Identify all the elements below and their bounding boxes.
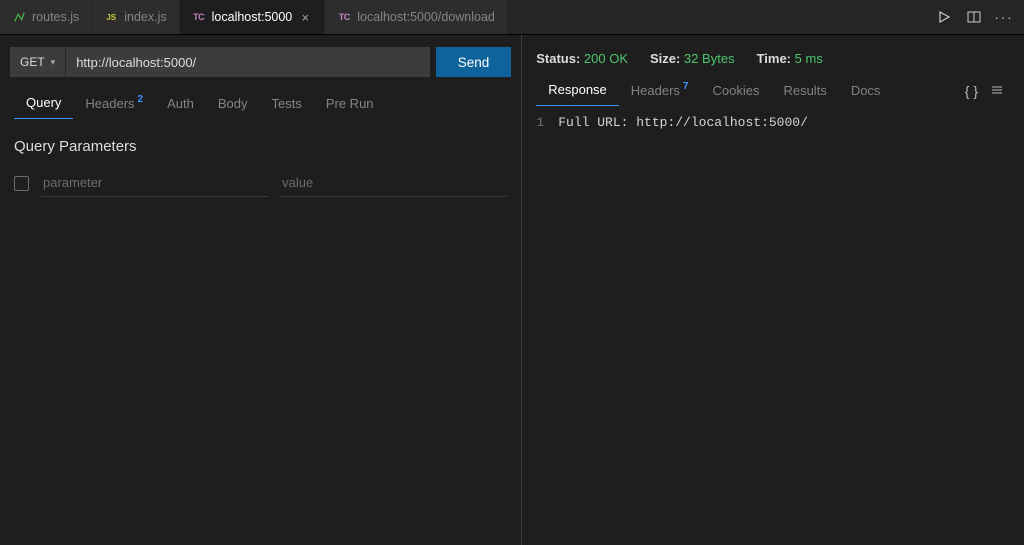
tab-label: localhost:5000: [212, 10, 293, 24]
subtab-label: Body: [218, 96, 248, 111]
response-subtabs: Response Headers7 Cookies Results Docs {…: [522, 76, 1024, 107]
query-section-title: Query Parameters: [0, 120, 521, 165]
close-icon[interactable]: ×: [298, 10, 312, 25]
subtab-body[interactable]: Body: [206, 89, 260, 119]
subtab-label: Auth: [167, 96, 194, 111]
url-input[interactable]: [66, 47, 430, 77]
js-icon: JS: [104, 10, 118, 24]
tab-routes-js[interactable]: routes.js: [0, 0, 92, 34]
tab-localhost-5000-download[interactable]: TC localhost:5000/download: [325, 0, 508, 34]
subtab-headers[interactable]: Headers 2: [73, 89, 155, 119]
tab-localhost-5000[interactable]: TC localhost:5000 ×: [180, 0, 326, 34]
param-value-input[interactable]: [280, 169, 507, 197]
subtab-label: Headers: [631, 83, 680, 98]
status-label: Status:: [536, 51, 580, 66]
headers-badge: 2: [138, 94, 144, 105]
editor-tabs: routes.js JS index.js TC localhost:5000 …: [0, 0, 508, 34]
tab-label: routes.js: [32, 10, 79, 24]
tab-label: localhost:5000/download: [357, 10, 495, 24]
response-pane: Status: 200 OK Size: 32 Bytes Time: 5 ms…: [522, 35, 1024, 545]
thunderclient-icon: TC: [192, 10, 206, 24]
line-number: 1: [522, 113, 558, 133]
subtab-label: Response: [548, 82, 607, 97]
resptab-response[interactable]: Response: [536, 76, 619, 106]
subtab-label: Cookies: [712, 83, 759, 98]
subtab-label: Query: [26, 95, 61, 110]
panes: GET ▾ Send Query Headers 2 Auth Body Test…: [0, 35, 1024, 545]
status-block: Status: 200 OK: [536, 51, 628, 66]
param-enable-checkbox[interactable]: [14, 176, 29, 191]
response-line: Full URL: http://localhost:5000/: [558, 115, 808, 130]
request-pane: GET ▾ Send Query Headers 2 Auth Body Test…: [0, 35, 522, 545]
split-editor-icon[interactable]: [966, 9, 982, 25]
thunderclient-icon: TC: [337, 10, 351, 24]
http-method-select[interactable]: GET ▾: [10, 47, 66, 77]
subtab-label: Tests: [272, 96, 302, 111]
resptab-headers[interactable]: Headers7: [619, 77, 701, 106]
subtab-tests[interactable]: Tests: [260, 89, 314, 119]
resptab-cookies[interactable]: Cookies: [700, 77, 771, 106]
http-method-label: GET: [20, 55, 45, 69]
tab-index-js[interactable]: JS index.js: [92, 0, 179, 34]
url-bar: GET ▾ Send: [0, 35, 521, 89]
subtab-auth[interactable]: Auth: [155, 89, 206, 119]
size-value: 32 Bytes: [684, 51, 735, 66]
size-label: Size:: [650, 51, 680, 66]
send-button[interactable]: Send: [436, 47, 512, 77]
response-statusline: Status: 200 OK Size: 32 Bytes Time: 5 ms: [522, 35, 1024, 76]
run-icon[interactable]: [936, 9, 952, 25]
subtab-label: Headers: [85, 96, 134, 111]
tab-label: index.js: [124, 10, 166, 24]
response-body[interactable]: 1Full URL: http://localhost:5000/: [522, 107, 1024, 133]
subtab-query[interactable]: Query: [14, 89, 73, 119]
route-icon: [12, 10, 26, 24]
resptab-results[interactable]: Results: [771, 77, 838, 106]
time-block: Time: 5 ms: [757, 51, 823, 66]
subtab-prerun[interactable]: Pre Run: [314, 89, 386, 119]
status-value: 200 OK: [584, 51, 628, 66]
headers-badge: 7: [683, 81, 689, 92]
subtab-label: Results: [783, 83, 826, 98]
query-param-row: [0, 165, 521, 201]
subtab-label: Pre Run: [326, 96, 374, 111]
subtab-label: Docs: [851, 83, 881, 98]
request-subtabs: Query Headers 2 Auth Body Tests Pre Run: [0, 89, 521, 120]
more-icon[interactable]: ···: [996, 9, 1012, 25]
tabstrip-actions: ···: [924, 0, 1024, 34]
resptab-docs[interactable]: Docs: [839, 77, 893, 106]
menu-icon[interactable]: [984, 79, 1010, 104]
time-value: 5 ms: [795, 51, 823, 66]
time-label: Time:: [757, 51, 791, 66]
braces-icon[interactable]: { }: [959, 79, 984, 103]
size-block: Size: 32 Bytes: [650, 51, 735, 66]
chevron-down-icon: ▾: [51, 57, 56, 68]
editor-tabstrip: routes.js JS index.js TC localhost:5000 …: [0, 0, 1024, 35]
param-key-input[interactable]: [41, 169, 268, 197]
